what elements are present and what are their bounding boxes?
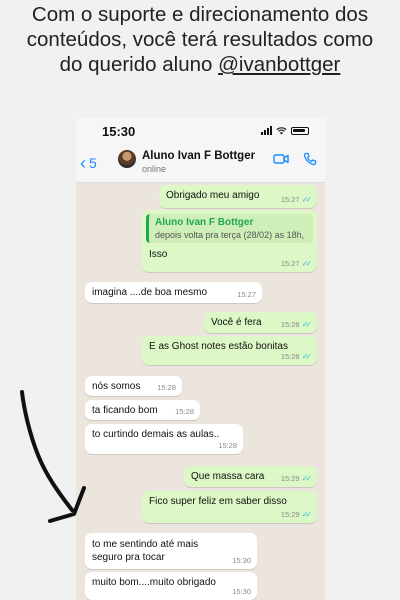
caption-line-3: do querido aluno @ivanbottger [0,52,400,77]
message-outgoing[interactable]: Obrigado meu amigo 15:27 ✓✓ [159,185,317,208]
message-text: Isso [149,249,168,260]
message-time: 15:30 [232,556,251,565]
message-outgoing-reply[interactable]: Aluno Ivan F Bottger depois volta pra te… [142,210,317,272]
message-time: 15:29 [280,474,300,483]
battery-icon [291,126,309,135]
double-check-icon: ✓✓ [301,352,313,361]
quoted-message[interactable]: Aluno Ivan F Bottger depois volta pra te… [146,214,313,243]
message-time: 15:28 [157,383,176,392]
message-time: 15:28 [280,320,300,329]
chat-header: ‹ 5 Aluno Ivan F Bottger online [76,146,325,183]
status-icons [261,126,309,135]
contact-avatar[interactable] [118,150,136,168]
whatsapp-screenshot: 15:30 ‹ 5 Aluno Ivan F Bottger online Ob… [76,118,325,600]
wifi-icon [276,126,287,135]
double-check-icon: ✓✓ [301,510,313,519]
contact-name[interactable]: Aluno Ivan F Bottger [142,150,255,162]
message-time: 15:27 [237,290,256,299]
hand-drawn-arrow-icon [20,390,86,523]
double-check-icon: ✓✓ [301,259,313,268]
message-text: Obrigado meu amigo [166,190,260,201]
video-call-icon[interactable] [273,152,289,166]
phone-icon[interactable] [303,152,317,166]
chevron-left-icon: ‹ [80,153,86,173]
message-time: 15:28 [280,352,300,361]
message-outgoing[interactable]: Você é fera 15:28 ✓✓ [204,312,317,333]
double-check-icon: ✓✓ [301,195,313,204]
message-time: 15:27 [280,195,300,204]
story-caption: Com o suporte e direcionamento dos conte… [0,0,400,77]
message-text: E as Ghost notes estão bonitas [149,341,288,352]
status-time: 15:30 [102,124,136,139]
message-incoming[interactable]: imagina ....de boa mesmo 15:27 [85,282,262,303]
status-bar: 15:30 [76,118,325,146]
instagram-handle-link[interactable]: @ivanbottger [218,53,340,76]
message-text: muito bom....muito obrigado [92,577,216,588]
message-outgoing[interactable]: Que massa cara 15:29 ✓✓ [184,466,317,487]
message-text: to curtindo demais as aulas.. [92,429,220,440]
message-text: imagina ....de boa mesmo [92,287,208,298]
chat-area[interactable]: Obrigado meu amigo 15:27 ✓✓ Aluno Ivan F … [76,183,325,600]
message-outgoing[interactable]: Fico super feliz em saber disso 15:29 ✓✓ [142,491,317,523]
message-incoming[interactable]: to me sentindo até mais seguro pra tocar… [85,533,257,569]
header-actions [273,152,317,166]
message-text: Fico super feliz em saber disso [149,496,287,507]
caption-line-1: Com o suporte e direcionamento dos [31,3,369,26]
unread-count: 5 [89,155,97,171]
message-time: 15:29 [280,510,300,519]
message-text: to me sentindo até mais seguro pra tocar [92,539,199,563]
message-time: 15:27 [280,259,300,268]
quoted-author: Aluno Ivan F Bottger [155,217,254,228]
message-incoming[interactable]: muito bom....muito obrigado 15:30 [85,572,257,600]
caption-line-2: conteúdos, você terá resultados como [26,28,374,51]
message-text: Você é fera [211,317,262,328]
message-time: 15:30 [232,587,251,596]
double-check-icon: ✓✓ [301,474,313,483]
message-time: 15:28 [218,441,237,450]
signal-icon [261,126,272,135]
caption-line-3-prefix: do querido aluno [59,53,219,76]
message-outgoing[interactable]: E as Ghost notes estão bonitas 15:28 ✓✓ [142,336,317,365]
quoted-text: depois volta pra terça (28/02) as 18h, [155,230,305,240]
back-button[interactable]: ‹ 5 [80,153,97,173]
message-text: Que massa cara [191,471,265,482]
message-time: 15:28 [175,407,194,416]
double-check-icon: ✓✓ [301,320,313,329]
contact-status: online [142,164,167,174]
